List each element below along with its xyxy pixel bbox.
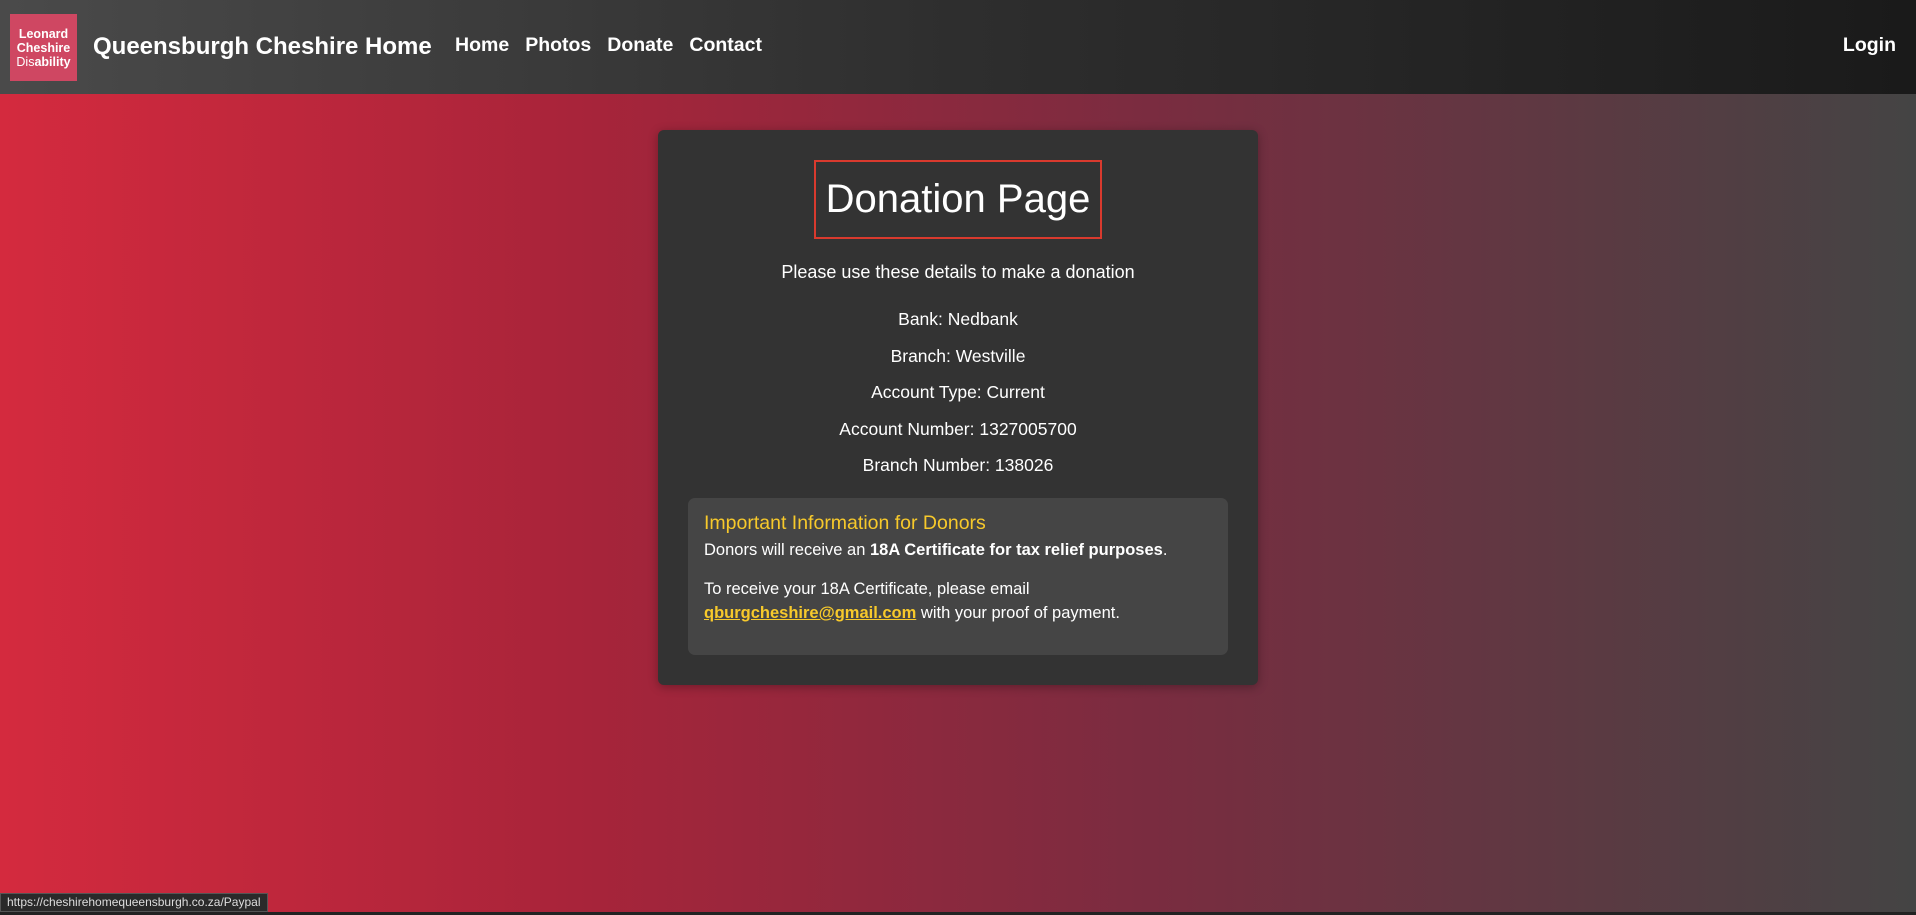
logo-line-1: Leonard <box>18 26 69 41</box>
nav-donate[interactable]: Donate <box>607 34 673 57</box>
browser-status-url: https://cheshirehomequeensburgh.co.za/Pa… <box>0 893 268 912</box>
nav-home[interactable]: Home <box>455 34 509 57</box>
donor-info-heading: Important Information for Donors <box>704 512 986 534</box>
donation-email-link[interactable]: qburgcheshire@gmail.com <box>704 604 916 622</box>
page-title-box: Donation Page <box>814 160 1102 239</box>
bank-details: Bank: Nedbank Branch: Westville Account … <box>658 308 1258 491</box>
donor-info-email: To receive your 18A Certificate, please … <box>704 580 1120 622</box>
detail-account-number: Account Number: 1327005700 <box>839 418 1077 439</box>
site-brand[interactable]: Queensburgh Cheshire Home <box>93 33 432 61</box>
detail-bank: Bank: Nedbank <box>898 309 1018 329</box>
donor-info-box: Important Information for Donors Donors … <box>688 498 1228 655</box>
nav-photos[interactable]: Photos <box>525 34 591 57</box>
donor-info-certificate: Donors will receive an 18A Certificate f… <box>704 541 1168 559</box>
nav-contact[interactable]: Contact <box>689 34 762 57</box>
donation-intro: Please use these details to make a donat… <box>781 262 1135 282</box>
main-nav: Home Photos Donate Contact <box>455 34 778 57</box>
detail-account-type: Account Type: Current <box>871 382 1045 402</box>
logo-line-2: Cheshire <box>16 40 71 55</box>
detail-branch: Branch: Westville <box>890 345 1026 366</box>
leonard-cheshire-logo[interactable]: Leonard Cheshire Disability <box>10 14 77 81</box>
login-link[interactable]: Login <box>1843 34 1896 57</box>
donation-card: Donation Page Please use these details t… <box>658 130 1258 685</box>
logo-line-3: Disability <box>16 54 71 69</box>
page-title: Donation Page <box>825 177 1091 221</box>
top-navbar: Leonard Cheshire Disability Queensburgh … <box>0 0 1916 94</box>
detail-branch-number: Branch Number: 138026 <box>862 455 1054 475</box>
